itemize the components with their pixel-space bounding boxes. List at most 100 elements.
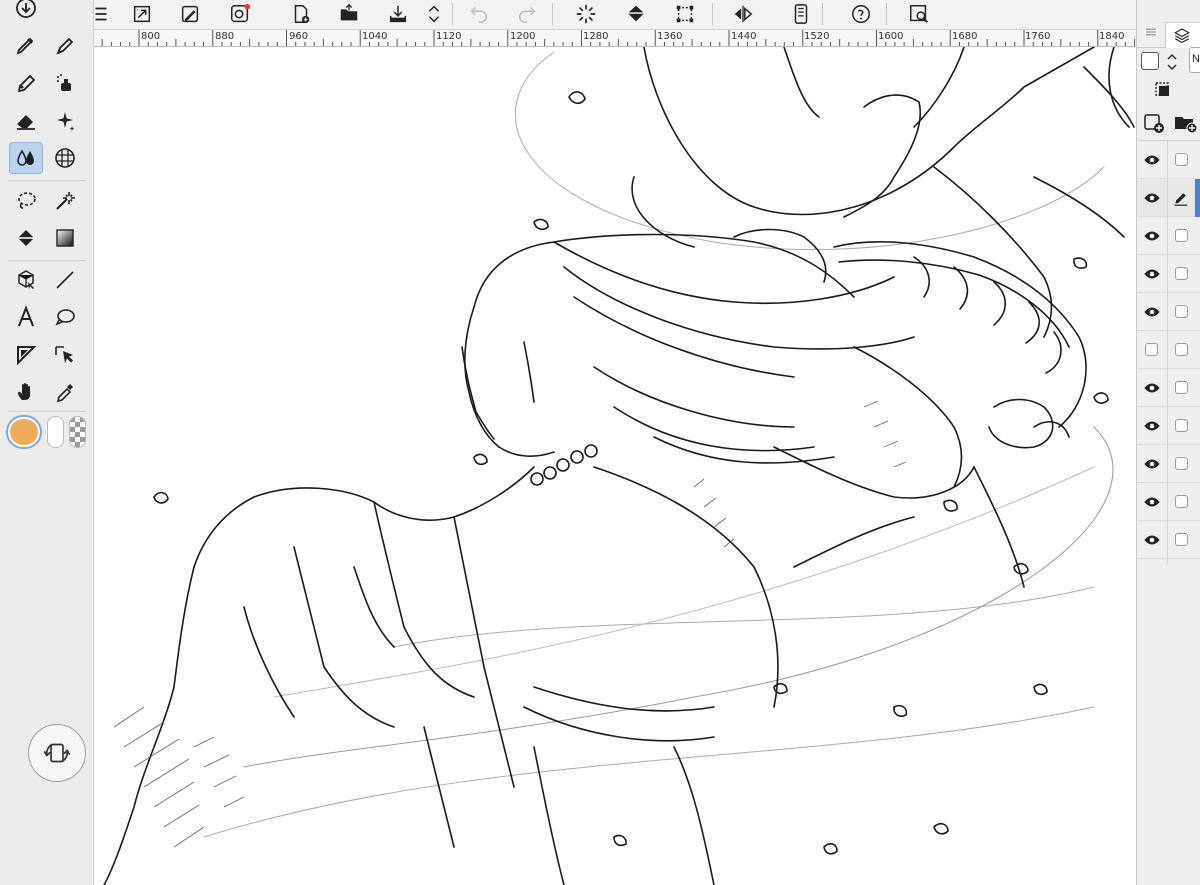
crop-icon[interactable] — [670, 0, 700, 28]
ruler-label-8: 1360 — [657, 31, 683, 42]
horizontal-ruler: 800 880 960 1040 1120 1200 1280 1360 144… — [94, 30, 1136, 47]
layer-select-checkbox[interactable] — [1175, 343, 1188, 356]
main-color-chip[interactable] — [6, 415, 42, 449]
eye-icon[interactable] — [1143, 379, 1161, 397]
active-layer-marker — [1195, 179, 1200, 217]
eye-icon[interactable] — [1143, 493, 1161, 511]
eye-icon[interactable] — [1143, 189, 1161, 207]
layer-tab[interactable] — [1165, 22, 1200, 48]
3d-object-icon[interactable] — [9, 264, 43, 296]
eyedropper-icon[interactable] — [48, 376, 82, 408]
redo-icon[interactable] — [512, 0, 542, 28]
opacity-stepper[interactable] — [1165, 50, 1179, 74]
layer-property-icon[interactable] — [1153, 80, 1173, 100]
hand-icon[interactable] — [9, 376, 43, 408]
layer-row[interactable] — [1137, 255, 1200, 293]
eye-icon[interactable] — [1143, 417, 1161, 435]
toolbar-divider — [452, 3, 453, 25]
fit-canvas-icon[interactable] — [127, 0, 157, 28]
sub-color-chip[interactable] — [47, 416, 64, 448]
text-icon[interactable] — [9, 301, 43, 333]
eye-icon[interactable] — [1143, 531, 1161, 549]
layer-row[interactable] — [1137, 407, 1200, 445]
layer-select-checkbox[interactable] — [1175, 495, 1188, 508]
layer-row[interactable] — [1137, 293, 1200, 331]
new-raster-layer-button[interactable] — [1143, 112, 1165, 134]
eye-icon[interactable] — [1143, 151, 1161, 169]
visibility-checkbox[interactable] — [1145, 343, 1158, 356]
ruler-label-11: 1600 — [878, 31, 904, 42]
layer-select-checkbox[interactable] — [1175, 381, 1188, 394]
loading-icon[interactable] — [571, 0, 601, 28]
clip-layer-icon — [1155, 82, 1169, 96]
lasso-icon[interactable] — [9, 185, 43, 217]
gradient-icon[interactable] — [48, 222, 82, 254]
ruler-label-12: 1680 — [952, 31, 978, 42]
magic-wand-icon[interactable] — [48, 185, 82, 217]
object-select-icon[interactable] — [48, 339, 82, 371]
rotate-icon — [43, 743, 71, 763]
clip-studio-icon[interactable] — [225, 0, 255, 28]
layer-select-checkbox[interactable] — [1175, 153, 1188, 166]
mesh-transform-icon[interactable] — [48, 142, 82, 174]
sketch-artwork — [103, 47, 1135, 885]
layer-row[interactable] — [1137, 217, 1200, 255]
layer-row[interactable] — [1137, 141, 1200, 179]
layer-row-hidden[interactable] — [1137, 331, 1200, 369]
help-icon[interactable] — [846, 0, 876, 28]
save-icon[interactable] — [383, 0, 413, 28]
layer-select-checkbox[interactable] — [1175, 533, 1188, 546]
line-icon[interactable] — [48, 264, 82, 296]
layer-row[interactable] — [1137, 445, 1200, 483]
eye-icon[interactable] — [1143, 227, 1161, 245]
frame-border-icon[interactable] — [9, 339, 43, 371]
copy-layer-icon[interactable] — [175, 0, 205, 28]
toolbar-divider — [886, 3, 887, 25]
layer-select-checkbox[interactable] — [1175, 419, 1188, 432]
fill-bucket-icon[interactable] — [621, 0, 651, 28]
chevron-updown-icon[interactable] — [419, 0, 449, 28]
layer-select-checkbox[interactable] — [1175, 457, 1188, 470]
palette-divider — [8, 260, 86, 261]
eye-icon[interactable] — [1143, 455, 1161, 473]
menu-icon[interactable] — [86, 0, 116, 28]
speech-balloon-icon[interactable] — [48, 301, 82, 333]
device-icon[interactable] — [786, 0, 816, 28]
ruler-label-3: 960 — [289, 31, 309, 42]
ruler-label-1: 800 — [141, 31, 161, 42]
panel-menu-icon[interactable] — [1144, 25, 1158, 39]
new-folder-button[interactable] — [1173, 112, 1198, 134]
new-file-icon[interactable] — [286, 0, 316, 28]
open-folder-icon[interactable] — [334, 0, 364, 28]
layer-select-checkbox[interactable] — [1175, 229, 1188, 242]
command-bar — [94, 0, 1136, 30]
search-icon[interactable] — [904, 0, 934, 28]
download-icon[interactable] — [9, 0, 43, 24]
tool-palette — [0, 0, 94, 885]
pen-icon[interactable] — [9, 29, 43, 61]
ruler-ticks — [101, 30, 1136, 46]
undo-icon[interactable] — [464, 0, 494, 28]
blend-icon[interactable] — [9, 142, 43, 174]
layer-color-box[interactable] — [1141, 52, 1159, 70]
fill-icon[interactable] — [9, 222, 43, 254]
airbrush-icon[interactable] — [48, 67, 82, 99]
layer-select-checkbox[interactable] — [1175, 267, 1188, 280]
main-color-swatch — [10, 419, 38, 445]
pencil-icon[interactable] — [9, 67, 43, 99]
eye-icon[interactable] — [1143, 265, 1161, 283]
layer-select-checkbox[interactable] — [1175, 305, 1188, 318]
layer-row[interactable] — [1137, 369, 1200, 407]
eraser-icon[interactable] — [9, 105, 43, 137]
layer-row-active[interactable] — [1137, 179, 1200, 217]
layer-row[interactable] — [1137, 483, 1200, 521]
drawing-canvas[interactable] — [94, 47, 1136, 885]
decoration-icon[interactable] — [48, 105, 82, 137]
layer-row[interactable] — [1137, 521, 1200, 559]
marker-pen-icon[interactable] — [48, 29, 82, 61]
rotate-canvas-button[interactable] — [28, 724, 86, 782]
transparent-color-chip[interactable] — [69, 416, 86, 448]
blend-mode-select[interactable]: No — [1189, 47, 1200, 73]
eye-icon[interactable] — [1143, 303, 1161, 321]
flip-horizontal-icon[interactable] — [728, 0, 758, 28]
